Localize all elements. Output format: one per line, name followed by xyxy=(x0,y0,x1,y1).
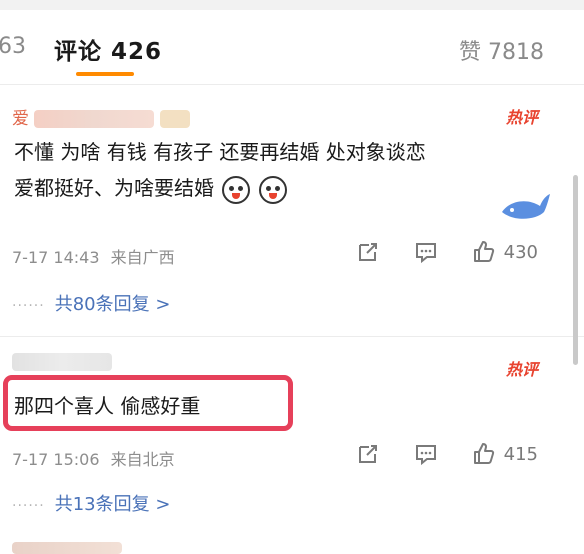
comment-actions: 415 xyxy=(356,442,538,466)
username-visible-text: 爱 xyxy=(12,109,29,129)
whale-icon xyxy=(502,194,550,219)
tab-likes[interactable]: 赞 7818 xyxy=(459,34,544,66)
top-strip xyxy=(0,0,584,10)
replies-text: 共13条回复 > xyxy=(54,494,171,515)
comment-username[interactable]: 爱 xyxy=(12,104,190,129)
comment-text-line-1: 不懂 为啥 有钱 有孩子 还要再结婚 处对象谈恋 xyxy=(14,140,426,164)
repost-icon xyxy=(358,445,377,463)
username-blur xyxy=(12,542,122,554)
repost-icon xyxy=(358,243,377,261)
highlight-annotation-box xyxy=(3,375,293,431)
replies-link[interactable]: ······ 共80条回复 > xyxy=(12,290,170,316)
comment-source: 来自广西 xyxy=(110,248,175,267)
divider xyxy=(0,336,584,337)
like-button[interactable]: 430 xyxy=(472,240,538,264)
next-comment-peek xyxy=(0,540,584,554)
tab-bar: 63 评论 426 赞 7818 xyxy=(0,10,584,84)
comment-time: 7-17 15:06 xyxy=(12,450,100,469)
comment-text: 不懂 为啥 有钱 有孩子 还要再结婚 处对象谈恋 爱都挺好、为啥要结婚 xyxy=(14,134,426,206)
hot-comment-badge: 热评 xyxy=(505,108,538,127)
like-count: 415 xyxy=(503,443,538,465)
doge-icon xyxy=(258,175,287,204)
comment-source: 来自北京 xyxy=(110,450,175,469)
comment-item: 爱 热评 不懂 为啥 有钱 有孩子 还要再结婚 处对象谈恋 爱都挺好、为啥要结婚… xyxy=(0,86,560,340)
tab-comments[interactable]: 评论 426 xyxy=(54,32,162,66)
thumbs-up-icon xyxy=(473,241,494,262)
comment-text-line-2: 爱都挺好、为啥要结婚 xyxy=(14,170,426,206)
reply-button[interactable] xyxy=(414,240,438,264)
repost-button[interactable] xyxy=(356,442,380,466)
like-button[interactable]: 415 xyxy=(472,442,538,466)
tab-active-underline xyxy=(76,72,134,76)
doge-icon xyxy=(222,175,251,204)
replies-dots: ······ xyxy=(12,298,45,314)
comment-meta: 7-17 15:06 来自北京 xyxy=(12,446,175,470)
divider xyxy=(0,84,584,85)
hot-comment-badge: 热评 xyxy=(505,360,538,379)
repost-button[interactable] xyxy=(356,240,380,264)
username-blur xyxy=(12,353,112,371)
comment-meta: 7-17 14:43 来自广西 xyxy=(12,244,175,268)
thumbs-up-icon xyxy=(473,443,494,464)
comment-item: 热评 那四个喜人 偷感好重 7-17 15:06 来自北京 415 ······… xyxy=(0,338,560,538)
comment-text-line-2-text: 爱都挺好、为啥要结婚 xyxy=(14,176,214,200)
comment-username[interactable] xyxy=(12,352,112,372)
username-blur xyxy=(34,110,155,128)
comment-icon xyxy=(415,445,436,466)
scrollbar[interactable] xyxy=(573,175,578,365)
replies-link[interactable]: ······ 共13条回复 > xyxy=(12,490,170,516)
comment-time: 7-17 14:43 xyxy=(12,248,100,267)
comment-actions: 430 xyxy=(356,240,538,264)
tab-reposts-partial[interactable]: 63 xyxy=(0,34,26,59)
reply-button[interactable] xyxy=(414,442,438,466)
username-badge-blur xyxy=(159,110,190,128)
replies-text: 共80条回复 > xyxy=(54,294,171,315)
like-count: 430 xyxy=(503,241,538,263)
replies-dots: ······ xyxy=(12,498,45,514)
comment-icon xyxy=(415,243,436,264)
